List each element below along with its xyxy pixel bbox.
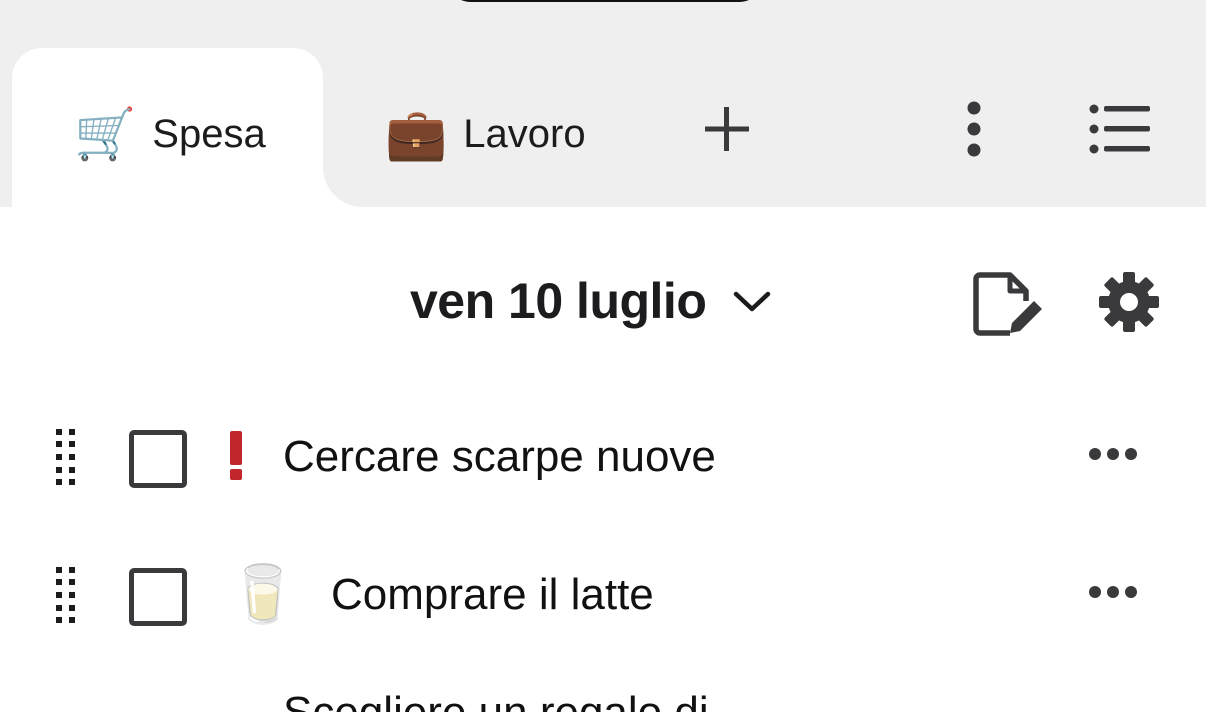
more-vertical-icon (967, 101, 981, 157)
edit-note-icon (973, 272, 1042, 336)
more-horizontal-icon[interactable] (1088, 585, 1138, 599)
item-title[interactable]: Cercare scarpe nuove (283, 429, 716, 485)
briefcase-icon: 💼 (385, 106, 448, 162)
active-tab-corner (323, 167, 363, 207)
gear-icon (1099, 272, 1159, 332)
item-title-partial[interactable]: Scegliere un regalo di (283, 685, 709, 712)
milk-glass-icon: 🥛 (228, 562, 298, 625)
tab-label: Spesa (152, 111, 266, 156)
item-title[interactable]: Comprare il latte (331, 567, 654, 623)
app-screen: 🛒 Spesa 💼 Lavoro ven 10 luglio Cercare s… (0, 0, 1206, 712)
item-checkbox[interactable] (129, 430, 187, 488)
plus-icon (705, 107, 749, 151)
item-checkbox[interactable] (129, 568, 187, 626)
tab-lavoro[interactable]: 💼 Lavoro (385, 104, 586, 164)
drag-handle-icon[interactable] (55, 427, 77, 487)
tab-bar: 🛒 Spesa 💼 Lavoro (0, 0, 1206, 218)
more-horizontal-icon[interactable] (1088, 447, 1138, 461)
list-item: 🥛 Comprare il latte (0, 555, 1206, 635)
list-icon (1089, 104, 1150, 154)
list-content: ven 10 luglio Cercare scarpe nuove 🥛 Com… (0, 207, 1206, 712)
drag-handle-icon[interactable] (55, 565, 77, 625)
list-item: Cercare scarpe nuove (0, 417, 1206, 497)
shopping-cart-icon: 🛒 (74, 106, 137, 162)
settings-button[interactable] (1096, 269, 1162, 335)
date-title: ven 10 luglio (410, 273, 707, 329)
tab-spesa[interactable]: 🛒 Spesa (74, 104, 266, 164)
add-tab-button[interactable] (700, 102, 754, 156)
edit-list-button[interactable] (970, 269, 1046, 339)
tab-label: Lavoro (463, 111, 586, 156)
device-notch (445, 0, 765, 2)
date-selector[interactable]: ven 10 luglio (410, 273, 772, 329)
more-options-button[interactable] (952, 100, 996, 158)
lists-button[interactable] (1086, 100, 1154, 158)
priority-exclamation-icon (230, 431, 242, 480)
chevron-down-icon (734, 291, 771, 312)
